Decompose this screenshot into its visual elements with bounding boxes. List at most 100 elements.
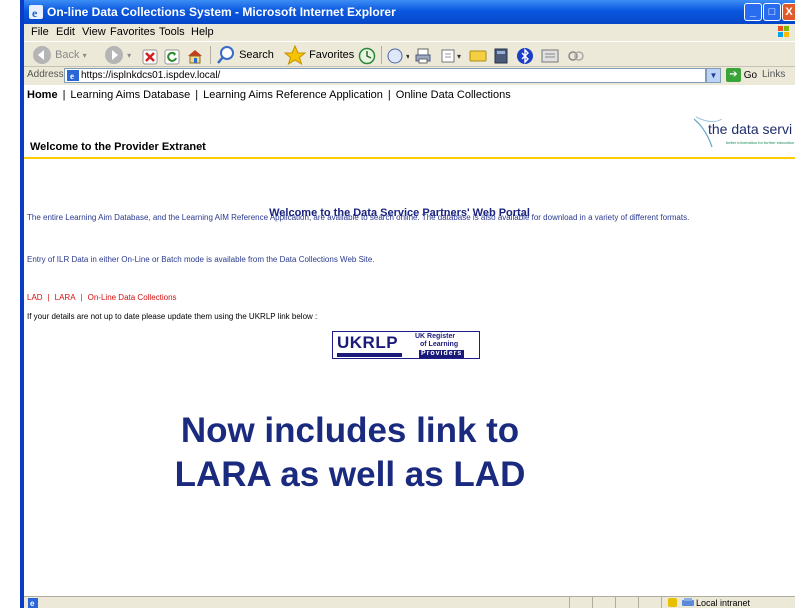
bluetooth-icon[interactable] [516,46,534,66]
brand-text: the data servi [708,121,793,137]
refresh-icon[interactable] [164,47,180,67]
stop-icon[interactable] [142,47,158,67]
address-bar: Address e https://isplnkdcs01.ispdev.loc… [24,67,795,84]
status-divider [615,597,616,608]
page-status-icon: e [28,598,38,608]
screen: e On-line Data Collections System - Micr… [0,0,795,608]
discuss-icon[interactable] [468,46,488,66]
search-button[interactable]: Search [216,45,274,65]
forward-button[interactable]: ▾ [104,45,131,65]
caption-line-1: Now includes link to [180,411,520,450]
browser-window: e On-line Data Collections System - Micr… [24,0,795,608]
address-label: Address [27,69,64,80]
top-navigation: Home | Learning Aims Database | Learning Aim… [27,89,511,101]
back-label: Back [55,49,80,61]
go-button[interactable]: ➔ Go [726,67,757,84]
go-arrow-icon: ➔ [726,68,741,83]
status-divider [569,597,570,608]
ilr-description: Entry of ILR Data in either On-Line or B… [27,255,375,264]
nav-learning-aims-reference-application[interactable]: Learning Aims Reference Application [203,89,383,101]
header-divider [24,157,795,159]
status-divider [592,597,593,608]
slide-caption: Now includes link to LARA as well as LAD [140,409,560,497]
nav-separator: | [62,89,66,101]
go-label: Go [743,70,758,81]
history-icon[interactable] [358,46,376,66]
svg-text:e: e [70,71,74,81]
menu-edit[interactable]: Edit [56,26,75,38]
home-icon[interactable] [186,46,204,66]
minimize-button[interactable]: _ [744,3,762,21]
search-icon [217,46,234,64]
close-button[interactable]: X [782,3,795,21]
ukrlp-acronym: UKRLP [337,333,399,352]
maximize-button[interactable]: □ [763,3,781,21]
data-service-logo: the data servi better information for fu… [692,115,795,151]
link-lara[interactable]: LARA [55,293,76,302]
window-title: On-line Data Collections System - Micros… [47,5,396,19]
ie-icon: e [29,5,43,20]
status-divider [661,597,662,608]
left-margin [0,0,20,608]
svg-text:▾: ▾ [457,52,461,61]
update-note: If your details are not up to date pleas… [27,312,318,321]
favorites-button[interactable]: Favorites [283,44,355,66]
ukrlp-line3: Providers [419,350,465,358]
address-url: https://isplnkdcs01.ispdev.local/ [81,70,221,81]
menu-file[interactable]: File [31,26,49,38]
lock-icon [668,598,677,607]
menu-bar: File Edit View Favorites Tools Help [24,24,795,41]
nav-home[interactable]: Home [27,89,58,101]
edit-page-icon[interactable]: ▾ [440,46,464,66]
toolbar-separator [381,46,382,64]
links-toolbar[interactable]: Links [762,69,785,80]
ukrlp-logo-link[interactable]: UKRLP UK Register of Learning Providers [332,331,480,359]
nav-separator: | [195,89,199,101]
favorites-label: Favorites [309,49,355,61]
nav-online-data-collections[interactable]: Online Data Collections [396,89,511,101]
forward-arrow-icon [105,46,123,65]
connect-icon[interactable] [566,46,586,66]
ukrlp-line1: UK Register [415,333,456,340]
forward-dropdown-icon[interactable]: ▾ [127,51,131,60]
menu-view[interactable]: View [82,26,106,38]
nav-learning-aims-database[interactable]: Learning Aims Database [70,89,190,101]
page-viewport[interactable]: Home | Learning Aims Database | Learning Aim… [24,85,795,596]
back-button[interactable]: Back ▾ [32,45,87,65]
menu-help[interactable]: Help [191,26,214,38]
page-icon: e [67,70,79,81]
brand-tagline: better information for further education [726,140,795,145]
research-icon[interactable] [492,46,510,66]
ukrlp-line2: of Learning [420,341,459,348]
svg-text:e: e [32,6,38,20]
menu-tools[interactable]: Tools [159,26,185,38]
intranet-zone-icon [682,598,694,606]
toolbar-separator [210,46,211,64]
address-input[interactable]: e https://isplnkdcs01.ispdev.local/ [64,68,706,83]
back-dropdown-icon[interactable]: ▾ [83,51,87,60]
standard-toolbar: Back ▾ ▾ Search Favorites ▾ ▾ [24,41,795,67]
back-arrow-icon [33,46,51,65]
lad-lara-description: The entire Learning Aim Database, and th… [27,213,690,222]
extranet-title: Welcome to the Provider Extranet [30,141,206,153]
print-icon[interactable] [414,46,432,66]
windows-logo-icon [778,26,789,37]
svg-text:▾: ▾ [406,52,409,61]
ukrlp-underline [337,353,402,357]
link-online-data-collections[interactable]: On-Line Data Collections [88,293,177,302]
link-separator: | [80,293,83,302]
mail-icon[interactable]: ▾ [387,46,409,66]
title-bar[interactable]: e On-line Data Collections System - Micr… [24,0,795,24]
svg-text:e: e [30,599,35,608]
search-label: Search [239,49,274,61]
status-divider [638,597,639,608]
messenger-icon[interactable] [540,46,560,66]
caption-line-2: LARA as well as LAD [174,455,526,494]
link-separator: | [47,293,50,302]
menu-favorites[interactable]: Favorites [110,26,155,38]
favorites-star-icon [283,44,307,66]
address-dropdown-icon[interactable]: ▼ [706,68,721,83]
nav-separator: | [387,89,391,101]
link-lad[interactable]: LAD [27,293,43,302]
quick-links: LAD | LARA | On-Line Data Collections [27,293,177,302]
